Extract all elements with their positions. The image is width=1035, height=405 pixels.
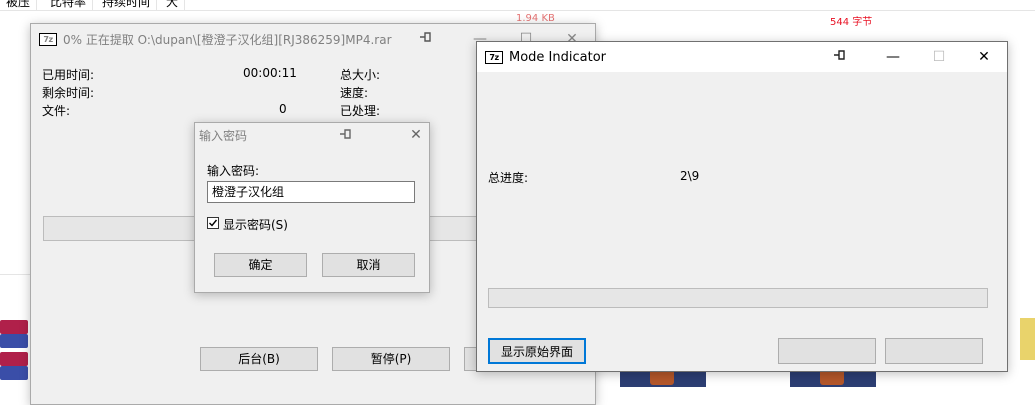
total-progress-value: 2\9 — [680, 169, 700, 183]
pause-button[interactable]: 暂停(P) — [332, 347, 450, 371]
password-dialog: 输入密码 ✕ 输入密码: 橙澄子汉化组 显示密码(S) 确定 取消 — [194, 122, 430, 293]
close-button[interactable]: ✕ — [961, 42, 1007, 72]
speed-label: 速度: — [340, 86, 369, 100]
total-size-label: 总大小: — [340, 68, 381, 82]
total-progress-label: 总进度: — [488, 171, 529, 185]
password-prompt-label: 输入密码: — [207, 164, 260, 178]
elapsed-time-value: 00:00:11 — [243, 66, 297, 80]
files-label: 文件: — [42, 104, 71, 118]
image-thumbnail[interactable] — [1020, 318, 1035, 360]
window-title: 0% 正在提取 O:\dupan\[橙澄子汉化组][RJ386259]MP4.r… — [63, 32, 392, 47]
show-original-ui-button[interactable]: 显示原始界面 — [488, 338, 586, 364]
password-input[interactable]: 橙澄子汉化组 — [207, 181, 415, 203]
mode-progress-bar — [488, 288, 988, 308]
dialog-title-bar[interactable]: 输入密码 — [195, 123, 429, 147]
processed-label: 已处理: — [340, 104, 381, 118]
7zip-app-icon: 7z — [39, 32, 57, 46]
column-header[interactable]: 比特率 — [44, 0, 94, 10]
action-button[interactable] — [778, 338, 876, 364]
maximize-button[interactable]: ☐ — [916, 42, 962, 72]
7zip-app-icon: 7z — [485, 50, 503, 64]
elapsed-time-label: 已用时间: — [42, 68, 95, 82]
background-button[interactable]: 后台(B) — [200, 347, 318, 371]
minimize-button[interactable]: — — [870, 42, 916, 72]
pin-icon[interactable] — [833, 49, 847, 64]
dialog-title: 输入密码 — [199, 128, 248, 143]
ok-button[interactable]: 确定 — [214, 253, 307, 277]
action-button[interactable] — [885, 338, 983, 364]
byte-count-text: 544 字节 — [830, 17, 873, 28]
divider — [0, 274, 30, 275]
winrar-archive-icon[interactable] — [0, 350, 30, 382]
pin-icon[interactable] — [339, 128, 353, 143]
show-password-label[interactable]: 显示密码(S) — [223, 216, 288, 233]
pin-icon[interactable] — [419, 31, 433, 46]
winrar-archive-icon[interactable] — [0, 318, 30, 350]
show-password-checkbox[interactable] — [207, 217, 219, 229]
window-title: Mode Indicator — [509, 49, 606, 65]
column-header[interactable]: 被压 — [0, 0, 38, 10]
remaining-time-label: 剩余时间: — [42, 86, 95, 100]
column-header[interactable]: 大 — [160, 0, 186, 10]
files-value: 0 — [279, 102, 287, 116]
close-button[interactable]: ✕ — [405, 124, 427, 146]
cancel-button[interactable]: 取消 — [322, 253, 415, 277]
check-icon — [209, 219, 218, 227]
column-header[interactable]: 持续时间 — [96, 0, 158, 10]
mode-indicator-window: 7z Mode Indicator — ☐ ✕ 总进度: 2\9 显示原始界面 — [476, 41, 1008, 372]
